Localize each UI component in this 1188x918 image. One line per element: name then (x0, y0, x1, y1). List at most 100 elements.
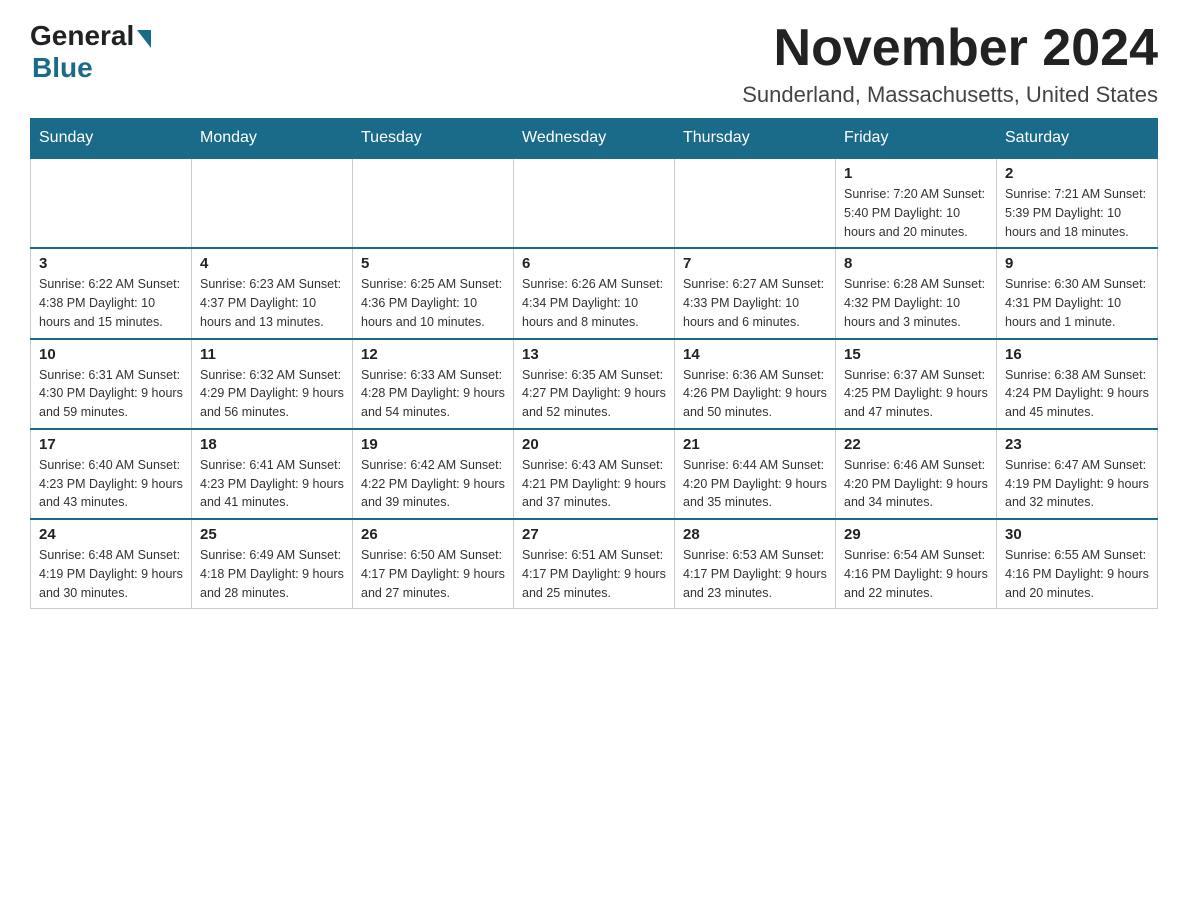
day-info: Sunrise: 6:54 AM Sunset: 4:16 PM Dayligh… (844, 546, 988, 602)
week-row-5: 24 Sunrise: 6:48 AM Sunset: 4:19 PM Dayli… (31, 519, 1158, 609)
day-info: Sunrise: 6:35 AM Sunset: 4:27 PM Dayligh… (522, 366, 666, 422)
calendar-cell: 7 Sunrise: 6:27 AM Sunset: 4:33 PM Daylig… (675, 248, 836, 338)
day-header-thursday: Thursday (675, 119, 836, 159)
day-info: Sunrise: 6:55 AM Sunset: 4:16 PM Dayligh… (1005, 546, 1149, 602)
day-number: 3 (39, 255, 183, 272)
day-info: Sunrise: 6:37 AM Sunset: 4:25 PM Dayligh… (844, 366, 988, 422)
calendar-cell: 24 Sunrise: 6:48 AM Sunset: 4:19 PM Dayli… (31, 519, 192, 609)
day-number: 8 (844, 255, 988, 272)
week-row-3: 10 Sunrise: 6:31 AM Sunset: 4:30 PM Dayli… (31, 339, 1158, 429)
day-number: 4 (200, 255, 344, 272)
calendar-cell (514, 158, 675, 248)
calendar-cell: 11Sunrise: 6:32 AM Sunset: 4:29 PM Dayli… (192, 339, 353, 429)
calendar-cell: 16 Sunrise: 6:38 AM Sunset: 4:24 PM Dayli… (997, 339, 1158, 429)
day-number: 6 (522, 255, 666, 272)
day-header-monday: Monday (192, 119, 353, 159)
calendar-cell (675, 158, 836, 248)
calendar-cell: 8 Sunrise: 6:28 AM Sunset: 4:32 PM Daylig… (836, 248, 997, 338)
day-info: Sunrise: 6:33 AM Sunset: 4:28 PM Dayligh… (361, 366, 505, 422)
day-number: 9 (1005, 255, 1149, 272)
calendar-cell: 6Sunrise: 6:26 AM Sunset: 4:34 PM Daylig… (514, 248, 675, 338)
day-number: 25 (200, 526, 344, 543)
calendar-cell: 28Sunrise: 6:53 AM Sunset: 4:17 PM Dayli… (675, 519, 836, 609)
day-info: Sunrise: 6:41 AM Sunset: 4:23 PM Dayligh… (200, 456, 344, 512)
day-number: 15 (844, 346, 988, 363)
day-number: 1 (844, 165, 988, 182)
day-info: Sunrise: 6:36 AM Sunset: 4:26 PM Dayligh… (683, 366, 827, 422)
day-number: 14 (683, 346, 827, 363)
day-header-wednesday: Wednesday (514, 119, 675, 159)
calendar-cell: 19Sunrise: 6:42 AM Sunset: 4:22 PM Dayli… (353, 429, 514, 519)
month-title: November 2024 (742, 20, 1158, 77)
calendar-cell: 25 Sunrise: 6:49 AM Sunset: 4:18 PM Dayli… (192, 519, 353, 609)
logo: General Blue (30, 20, 151, 84)
day-number: 12 (361, 346, 505, 363)
day-number: 7 (683, 255, 827, 272)
calendar-cell: 1 Sunrise: 7:20 AM Sunset: 5:40 PM Daylig… (836, 158, 997, 248)
calendar-cell: 22 Sunrise: 6:46 AM Sunset: 4:20 PM Dayli… (836, 429, 997, 519)
day-number: 16 (1005, 346, 1149, 363)
day-info: Sunrise: 6:30 AM Sunset: 4:31 PM Dayligh… (1005, 275, 1149, 331)
calendar-cell: 2 Sunrise: 7:21 AM Sunset: 5:39 PM Daylig… (997, 158, 1158, 248)
calendar-cell: 30 Sunrise: 6:55 AM Sunset: 4:16 PM Dayli… (997, 519, 1158, 609)
day-number: 5 (361, 255, 505, 272)
week-row-2: 3 Sunrise: 6:22 AM Sunset: 4:38 PM Daylig… (31, 248, 1158, 338)
day-info: Sunrise: 6:38 AM Sunset: 4:24 PM Dayligh… (1005, 366, 1149, 422)
calendar-cell: 14 Sunrise: 6:36 AM Sunset: 4:26 PM Dayli… (675, 339, 836, 429)
calendar-cell: 18 Sunrise: 6:41 AM Sunset: 4:23 PM Dayli… (192, 429, 353, 519)
day-number: 30 (1005, 526, 1149, 543)
calendar-cell (192, 158, 353, 248)
day-info: Sunrise: 7:21 AM Sunset: 5:39 PM Dayligh… (1005, 185, 1149, 241)
calendar-cell: 3 Sunrise: 6:22 AM Sunset: 4:38 PM Daylig… (31, 248, 192, 338)
week-row-4: 17Sunrise: 6:40 AM Sunset: 4:23 PM Dayli… (31, 429, 1158, 519)
logo-general-text: General (30, 20, 134, 52)
calendar-cell: 5 Sunrise: 6:25 AM Sunset: 4:36 PM Daylig… (353, 248, 514, 338)
day-info: Sunrise: 6:31 AM Sunset: 4:30 PM Dayligh… (39, 366, 183, 422)
day-number: 24 (39, 526, 183, 543)
day-info: Sunrise: 6:53 AM Sunset: 4:17 PM Dayligh… (683, 546, 827, 602)
day-number: 22 (844, 436, 988, 453)
day-info: Sunrise: 6:51 AM Sunset: 4:17 PM Dayligh… (522, 546, 666, 602)
day-info: Sunrise: 6:49 AM Sunset: 4:18 PM Dayligh… (200, 546, 344, 602)
week-row-1: 1 Sunrise: 7:20 AM Sunset: 5:40 PM Daylig… (31, 158, 1158, 248)
day-info: Sunrise: 6:42 AM Sunset: 4:22 PM Dayligh… (361, 456, 505, 512)
day-header-saturday: Saturday (997, 119, 1158, 159)
calendar-cell: 29 Sunrise: 6:54 AM Sunset: 4:16 PM Dayli… (836, 519, 997, 609)
day-header-friday: Friday (836, 119, 997, 159)
day-number: 27 (522, 526, 666, 543)
calendar-cell: 13 Sunrise: 6:35 AM Sunset: 4:27 PM Dayli… (514, 339, 675, 429)
day-info: Sunrise: 6:28 AM Sunset: 4:32 PM Dayligh… (844, 275, 988, 331)
calendar-cell: 23 Sunrise: 6:47 AM Sunset: 4:19 PM Dayli… (997, 429, 1158, 519)
calendar-cell: 21 Sunrise: 6:44 AM Sunset: 4:20 PM Dayli… (675, 429, 836, 519)
logo-blue-text: Blue (32, 52, 93, 84)
day-info: Sunrise: 6:25 AM Sunset: 4:36 PM Dayligh… (361, 275, 505, 331)
day-info: Sunrise: 6:50 AM Sunset: 4:17 PM Dayligh… (361, 546, 505, 602)
day-number: 21 (683, 436, 827, 453)
day-info: Sunrise: 6:46 AM Sunset: 4:20 PM Dayligh… (844, 456, 988, 512)
day-info: Sunrise: 6:23 AM Sunset: 4:37 PM Dayligh… (200, 275, 344, 331)
day-number: 13 (522, 346, 666, 363)
day-number: 20 (522, 436, 666, 453)
day-number: 10 (39, 346, 183, 363)
day-info: Sunrise: 6:32 AM Sunset: 4:29 PM Dayligh… (200, 366, 344, 422)
day-number: 17 (39, 436, 183, 453)
day-info: Sunrise: 6:44 AM Sunset: 4:20 PM Dayligh… (683, 456, 827, 512)
day-info: Sunrise: 6:22 AM Sunset: 4:38 PM Dayligh… (39, 275, 183, 331)
day-number: 23 (1005, 436, 1149, 453)
calendar-cell (31, 158, 192, 248)
logo-arrow-icon (137, 30, 151, 48)
day-number: 18 (200, 436, 344, 453)
day-number: 26 (361, 526, 505, 543)
calendar-cell (353, 158, 514, 248)
day-header-tuesday: Tuesday (353, 119, 514, 159)
day-header-sunday: Sunday (31, 119, 192, 159)
calendar-cell: 27 Sunrise: 6:51 AM Sunset: 4:17 PM Dayli… (514, 519, 675, 609)
calendar-cell: 12 Sunrise: 6:33 AM Sunset: 4:28 PM Dayli… (353, 339, 514, 429)
day-number: 2 (1005, 165, 1149, 182)
day-number: 29 (844, 526, 988, 543)
day-info: Sunrise: 6:47 AM Sunset: 4:19 PM Dayligh… (1005, 456, 1149, 512)
calendar-cell: 20Sunrise: 6:43 AM Sunset: 4:21 PM Dayli… (514, 429, 675, 519)
day-info: Sunrise: 7:20 AM Sunset: 5:40 PM Dayligh… (844, 185, 988, 241)
day-info: Sunrise: 6:48 AM Sunset: 4:19 PM Dayligh… (39, 546, 183, 602)
day-info: Sunrise: 6:27 AM Sunset: 4:33 PM Dayligh… (683, 275, 827, 331)
